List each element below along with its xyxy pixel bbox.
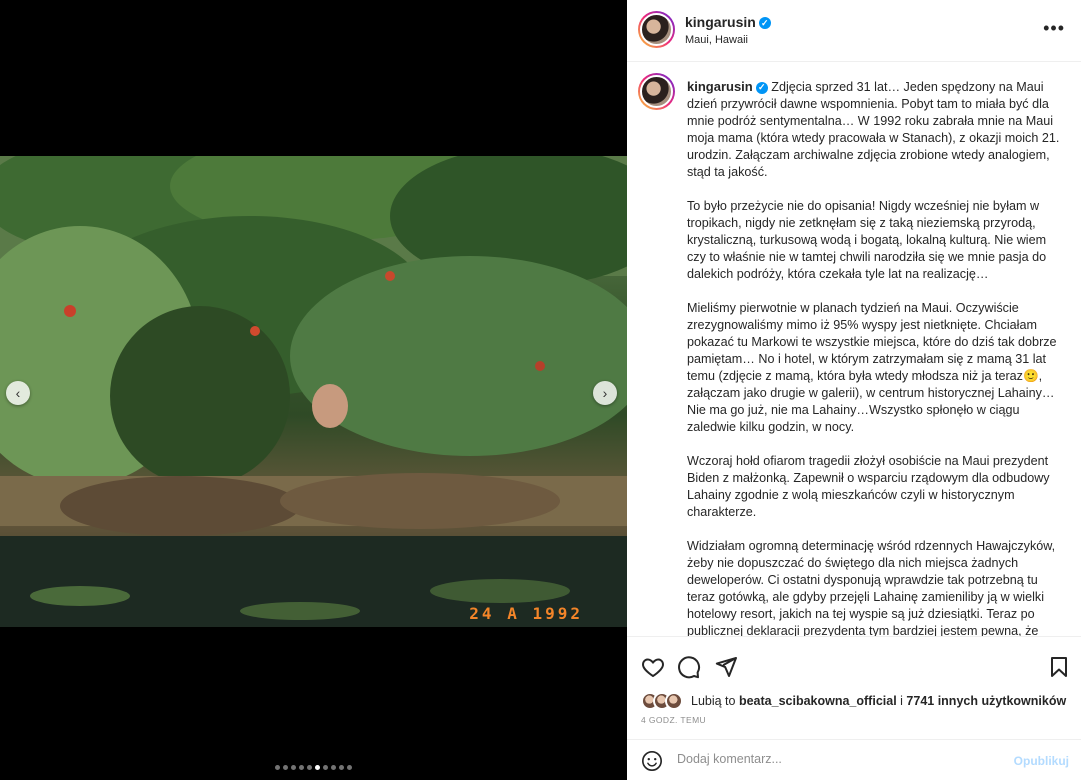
- avatar: [665, 692, 683, 710]
- chevron-right-icon: ›: [602, 385, 608, 401]
- caption-paragraph: To było przeżycie nie do opisania! Nigdy…: [687, 199, 1047, 281]
- next-photo-button[interactable]: ›: [593, 381, 617, 405]
- carousel-dot: [315, 765, 320, 770]
- carousel-indicator: [0, 765, 627, 770]
- post-caption: kingarusin ✓ Zdjęcia sprzed 31 lat… Jeden…: [687, 78, 1062, 636]
- carousel-dot: [283, 765, 288, 770]
- carousel-dot: [307, 765, 312, 770]
- post-timestamp[interactable]: 4 GODZ. TEMU: [641, 715, 706, 725]
- heart-icon[interactable]: [641, 655, 665, 679]
- bookmark-icon[interactable]: [1047, 655, 1071, 679]
- post-photo: 24 A 1992: [0, 156, 627, 627]
- likes-summary: Lubią to beata_scibakowna_official i 774…: [641, 690, 1066, 712]
- post-location[interactable]: Maui, Hawaii: [685, 34, 748, 46]
- comment-input[interactable]: [677, 752, 997, 766]
- caption-paragraph: Mieliśmy pierwotnie w planach tydzień na…: [687, 301, 1057, 434]
- comment-icon[interactable]: [677, 655, 701, 679]
- caption-area: kingarusin ✓ Zdjęcia sprzed 31 lat… Jeden…: [627, 63, 1081, 636]
- jungle-garden-image: [0, 156, 627, 627]
- caption-paragraph: Widziałam ogromną determinację wśród rdz…: [687, 539, 1056, 636]
- publish-comment-button[interactable]: Opublikuj: [1014, 754, 1069, 768]
- previous-photo-button[interactable]: ‹: [6, 381, 30, 405]
- caption-paragraph: kingarusin ✓ Zdjęcia sprzed 31 lat… Jeden…: [687, 79, 1060, 179]
- liker-avatars: [641, 692, 683, 710]
- post-header: kingarusin ✓ Maui, Hawaii •••: [627, 0, 1081, 62]
- liker-username-link[interactable]: beata_scibakowna_official: [739, 694, 897, 708]
- media-panel: 24 A 1992 ‹ ›: [0, 0, 627, 780]
- likes-middle: i: [900, 694, 903, 708]
- author-username[interactable]: kingarusin ✓: [685, 14, 771, 30]
- post-side-panel: kingarusin ✓ Maui, Hawaii ••• kingarusin ✓…: [627, 0, 1081, 780]
- carousel-dot: [339, 765, 344, 770]
- more-options-icon[interactable]: •••: [1043, 18, 1065, 39]
- carousel-dot: [299, 765, 304, 770]
- carousel-dot: [275, 765, 280, 770]
- author-avatar[interactable]: [638, 11, 675, 48]
- likes-prefix: Lubią to: [691, 694, 736, 708]
- carousel-dot: [331, 765, 336, 770]
- caption-author-avatar[interactable]: [638, 73, 675, 110]
- verified-badge-icon: ✓: [755, 81, 768, 94]
- action-bar: [627, 636, 1081, 691]
- caption-paragraph: Wczoraj hołd ofiarom tragedii złożył oso…: [687, 454, 1050, 519]
- caption-username[interactable]: kingarusin ✓: [687, 79, 768, 94]
- carousel-dot: [323, 765, 328, 770]
- verified-badge-icon: ✓: [758, 17, 771, 30]
- carousel-dot: [291, 765, 296, 770]
- emoji-icon[interactable]: [641, 750, 663, 772]
- share-icon[interactable]: [714, 655, 738, 679]
- carousel-dot: [347, 765, 352, 770]
- chevron-left-icon: ‹: [15, 385, 21, 401]
- comment-bar: Opublikuj: [627, 739, 1081, 780]
- likes-count-link[interactable]: 7741 innych użytkowników: [906, 694, 1066, 708]
- photo-date-stamp: 24 A 1992: [469, 604, 583, 623]
